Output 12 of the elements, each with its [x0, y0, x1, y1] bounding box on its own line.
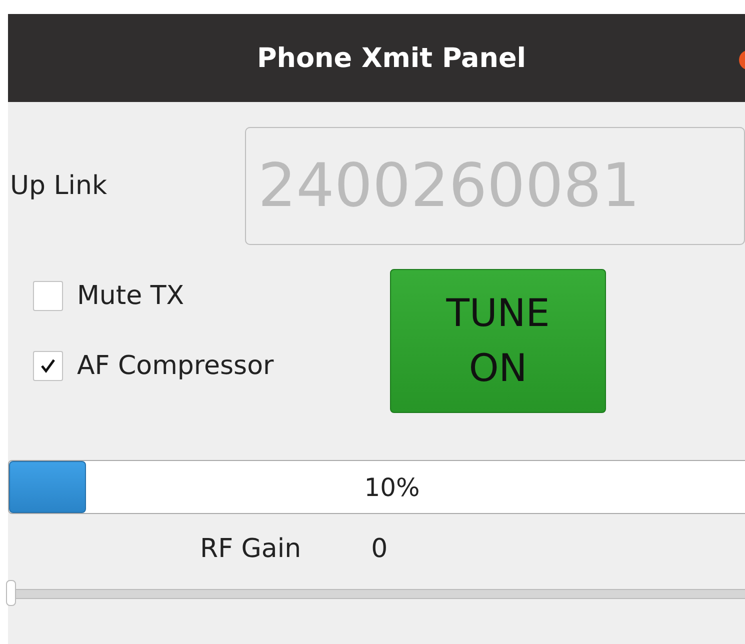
tune-button[interactable]: TUNE ON [390, 269, 606, 413]
field-label: Up Link [9, 171, 108, 201]
checkbox[interactable] [33, 281, 63, 311]
slider-handle[interactable] [6, 580, 16, 606]
checkbox-label[interactable]: AF Compressor [77, 351, 274, 381]
checkbox-label[interactable]: Mute TX [77, 281, 184, 311]
progress-reading: 10% [364, 472, 420, 502]
checkbox[interactable] [33, 351, 63, 381]
rf-gain-slider[interactable] [8, 580, 745, 606]
rf-gain-reading: 0 [371, 534, 388, 564]
rf-gain-label: RF Gain [200, 534, 302, 564]
window-title: Phone Xmit Panel [256, 42, 526, 74]
